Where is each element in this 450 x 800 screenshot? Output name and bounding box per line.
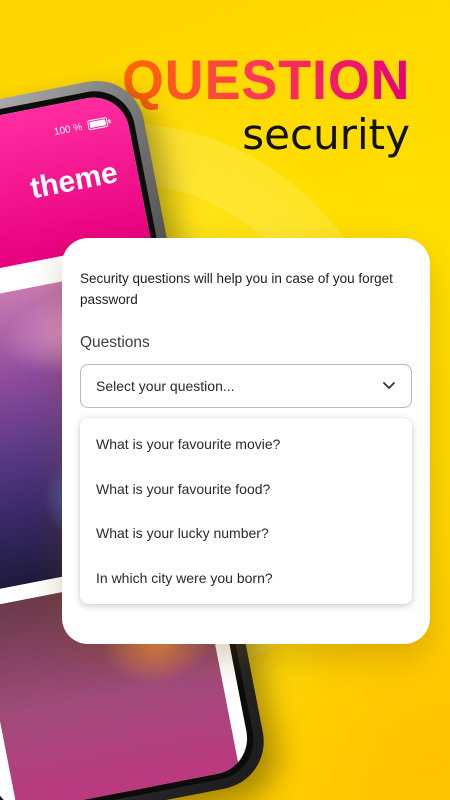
question-select[interactable]: Select your question...	[80, 364, 412, 408]
security-description: Security questions will help you in case…	[80, 271, 393, 307]
headline-subtitle: security	[242, 110, 410, 159]
questions-label: Questions	[80, 334, 150, 351]
phone-screen-title: theme	[27, 156, 121, 206]
question-option-food[interactable]: What is your favourite food?	[96, 481, 396, 497]
headline: QUESTION security	[110, 50, 410, 160]
security-question-card: Security questions will help you in case…	[62, 238, 430, 644]
chevron-down-icon	[383, 382, 395, 389]
headline-title: QUESTION	[121, 48, 410, 111]
question-option-birth-city[interactable]: In which city were you born?	[96, 570, 396, 586]
battery-percentage: 100 %	[53, 121, 84, 139]
battery-icon	[86, 116, 109, 131]
question-select-placeholder: Select your question...	[96, 378, 235, 394]
question-option-movie[interactable]: What is your favourite movie?	[96, 436, 396, 452]
question-options-menu: What is your favourite movie? What is yo…	[80, 418, 412, 604]
question-option-lucky-number[interactable]: What is your lucky number?	[96, 525, 396, 541]
